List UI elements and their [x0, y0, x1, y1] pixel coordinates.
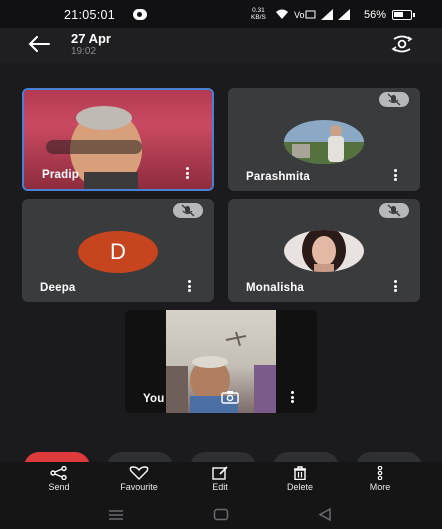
avatar-initial: D [110, 239, 126, 264]
participant-avatar [284, 120, 364, 164]
action-bar: Send Favourite Edit Delete More [0, 462, 442, 500]
participant-tile-parashmita[interactable]: Parashmita [228, 88, 420, 191]
action-label: Send [48, 482, 70, 492]
delete-button[interactable]: Delete [265, 466, 335, 492]
participant-tile-monalisha[interactable]: Monalisha [228, 199, 420, 302]
switch-camera-icon[interactable] [390, 35, 414, 53]
edit-button[interactable]: Edit [185, 466, 255, 492]
trash-icon [294, 466, 306, 480]
net-speed-value: 0.31 [252, 7, 265, 14]
net-speed-unit: KB/S [251, 14, 266, 21]
net-speed: 0.31 KB/S [251, 7, 266, 21]
participant-initial-avatar: D [78, 231, 158, 273]
mic-off-icon [379, 92, 409, 107]
participant-name: Pradip [42, 169, 79, 181]
favourite-button[interactable]: Favourite [104, 466, 174, 492]
participant-tile-pradip[interactable]: Pradip [22, 88, 214, 191]
more-button[interactable]: More [345, 466, 415, 492]
participant-tile-deepa[interactable]: D Deepa [22, 199, 214, 302]
action-label: Delete [286, 482, 313, 492]
status-time: 21:05:01 [64, 8, 116, 22]
battery-percent: 56% [364, 9, 387, 21]
more-options-icon[interactable] [186, 280, 192, 292]
call-time: 19:02 [71, 46, 97, 57]
more-options-icon[interactable] [392, 280, 398, 292]
svg-text:Vo: Vo [294, 10, 305, 20]
action-label: Edit [212, 482, 228, 492]
battery-icon [392, 10, 415, 20]
more-options-icon[interactable] [289, 391, 295, 403]
more-options-icon[interactable] [184, 167, 190, 179]
participant-avatar [284, 230, 364, 272]
volte-icon: Vo [294, 10, 316, 20]
status-bar: 21:05:01 0.31 KB/S Vo 56% [0, 0, 442, 28]
wifi-icon [276, 9, 288, 19]
camera-icon[interactable] [221, 390, 239, 404]
signal-icon-2 [338, 8, 350, 20]
action-label: More [369, 482, 391, 492]
back-nav-icon[interactable] [318, 508, 332, 521]
participant-name: Monalisha [246, 282, 305, 294]
more-options-icon[interactable] [392, 169, 398, 181]
heart-icon [129, 466, 149, 480]
status-icons: Vo [275, 8, 350, 20]
participant-tile-self[interactable]: You [125, 310, 317, 413]
screen-record-icon [133, 9, 147, 20]
more-vertical-icon [377, 466, 383, 480]
system-nav-bar [0, 500, 442, 529]
mic-off-icon [173, 203, 203, 218]
action-label: Favourite [120, 482, 158, 492]
participant-name: You [143, 393, 165, 405]
share-icon [50, 466, 67, 480]
participant-name: Deepa [40, 282, 76, 294]
mic-off-icon [379, 203, 409, 218]
recents-icon[interactable] [108, 509, 124, 521]
participant-name: Parashmita [246, 171, 311, 183]
send-button[interactable]: Send [24, 466, 94, 492]
call-date: 27 Apr [71, 31, 111, 46]
signal-icon [321, 8, 333, 20]
edit-icon [212, 466, 228, 480]
arrow-left-icon[interactable] [28, 36, 50, 52]
call-header: 27 Apr 19:02 [0, 28, 442, 62]
home-icon[interactable] [213, 508, 229, 521]
